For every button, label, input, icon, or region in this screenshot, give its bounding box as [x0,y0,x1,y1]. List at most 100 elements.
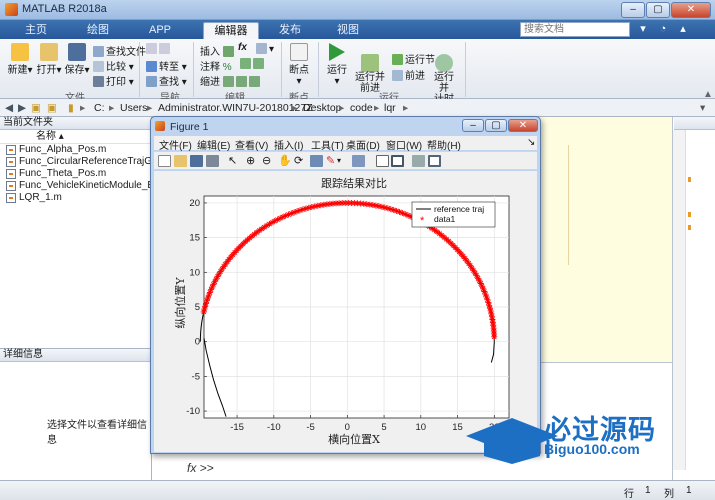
file-item[interactable]: Func_Alpha_Pos.m [0,144,151,156]
legend-icon[interactable] [391,155,404,167]
insert-button[interactable]: 插入 [200,43,236,58]
insert-more-icon[interactable]: ▾ [256,43,274,55]
figure-title: Figure 1 [170,121,209,133]
maximize-button[interactable]: ▢ [646,2,670,18]
filter-icon[interactable]: ▾ [636,22,650,36]
open-folder-icon [40,43,58,61]
chart-legend[interactable]: reference traj * data1 [411,201,496,228]
tab-plots[interactable]: 绘图 [76,22,120,39]
new-figure-icon[interactable] [158,155,171,167]
new-button[interactable]: 新建▾ [7,43,33,76]
comment-tools-icon[interactable] [240,58,266,70]
menu-edit[interactable]: 编辑(E) [197,137,230,152]
insert-function-button[interactable]: fx [238,42,247,53]
breadcrumb-drive[interactable]: C: [94,102,105,114]
menu-overflow-icon[interactable]: ↘ [527,137,535,148]
watermark-url: Biguo100.com [544,441,640,457]
figure-maximize-button[interactable]: ▢ [485,119,507,132]
run-and-advance-button[interactable]: 运行并 前进 [355,43,385,94]
address-dropdown-icon[interactable]: ▾ [700,102,705,114]
print-button[interactable]: 打印 ▾ [93,73,134,88]
indent-button[interactable]: 缩进 [200,73,262,88]
legend-data1-label: data1 [434,214,456,224]
run-time-icon [435,54,453,72]
col-value: 1 [686,485,692,496]
name-column-header[interactable]: 名称 ▴ [0,130,151,144]
command-prompt[interactable]: fx >> [187,461,214,475]
save-icon [68,43,86,61]
row-value: 1 [645,485,651,496]
link-plot-icon[interactable] [352,155,365,167]
menu-help[interactable]: 帮助(H) [427,137,461,152]
breakpoints-button[interactable]: 断点 ▾ [286,43,312,87]
menu-insert[interactable]: 插入(I) [274,137,303,152]
run-section-icon [392,54,403,65]
menu-window[interactable]: 窗口(W) [386,137,422,152]
file-item[interactable]: Func_VehicleKineticModule_Eu [0,180,160,192]
ribbon-collapse-icon[interactable]: ▴ [676,22,690,36]
file-item[interactable]: LQR_1.m [0,192,151,204]
find-button[interactable]: 查找 ▾ [146,73,187,88]
open-button[interactable]: 打开▾ [36,43,62,76]
workspace-tab[interactable] [703,119,713,159]
tab-publish[interactable]: 发布 [268,22,312,39]
figure-window[interactable]: Figure 1 – ▢ ✕ 文件(F) 编辑(E) 查看(V) 插入(I) 工… [150,116,541,454]
browse-folder-icon[interactable]: ▣ [47,102,57,114]
breadcrumb-code[interactable]: code [350,102,373,114]
colorbar-icon[interactable] [376,155,389,167]
goto-button[interactable]: 转至 ▾ [146,58,187,73]
current-folder-header: 当前文件夹 [0,117,151,130]
back-arrow-icon[interactable]: ◀ [5,102,13,114]
breadcrumb-desktop[interactable]: Desktop [303,102,342,114]
menu-view[interactable]: 查看(V) [235,137,268,152]
breadcrumb-lqr[interactable]: lqr [384,102,396,114]
breadcrumb-user[interactable]: Administrator.WIN7U-20180127Z [158,102,313,114]
figure-minimize-button[interactable]: – [462,119,484,132]
print-figure-icon[interactable] [206,155,219,167]
zoom-out-icon[interactable]: ⊖ [262,155,275,167]
search-documentation-input[interactable] [520,22,630,37]
pan-hand-icon[interactable]: ✋ [278,155,292,167]
forward-arrow-icon[interactable]: ▶ [18,102,26,114]
tab-view[interactable]: 视图 [326,22,370,39]
run-section-button[interactable]: 运行节 [392,51,435,66]
pointer-icon[interactable]: ↖ [228,155,241,167]
folder-icon: ▮ [68,102,74,114]
figure-close-button[interactable]: ✕ [508,119,538,132]
menu-file[interactable]: 文件(F) [159,137,192,152]
tab-home[interactable]: 主页 [14,22,58,39]
run-button[interactable]: 运行 ▾ [324,43,350,87]
warning-marker[interactable] [688,225,691,230]
menu-tools[interactable]: 工具(T) [311,137,344,152]
notification-icon[interactable]: ◔ [656,22,670,36]
comment-button[interactable]: 注释 % [200,58,232,73]
search-icon [146,76,157,87]
file-item[interactable]: Func_Theta_Pos.m [0,168,151,180]
warning-marker[interactable] [688,177,691,182]
show-plot-tools-icon[interactable] [428,155,441,167]
compare-button[interactable]: 比较 ▾ [93,58,134,73]
up-folder-icon[interactable]: ▣ [31,102,41,114]
rotate-3d-icon[interactable]: ⟳ [294,155,307,167]
breadcrumb-users[interactable]: Users [120,102,147,114]
warning-marker[interactable] [688,212,691,217]
figure-titlebar[interactable]: Figure 1 – ▢ ✕ [151,117,540,135]
zoom-in-icon[interactable]: ⊕ [246,155,259,167]
back-forward-buttons[interactable] [146,43,172,55]
open-file-icon[interactable] [174,155,187,167]
data-cursor-icon[interactable] [310,155,323,167]
close-button[interactable]: ✕ [671,2,711,18]
breakpoints-icon [290,43,308,61]
run-and-time-button[interactable]: 运行并 计时 [430,43,458,105]
brush-dropdown-icon[interactable]: ▾ [337,155,350,167]
advance-button[interactable]: 前进 [392,67,425,82]
save-button[interactable]: 保存▾ [64,43,90,76]
menu-desktop[interactable]: 桌面(D) [346,137,380,152]
hide-plot-tools-icon[interactable] [412,155,425,167]
save-figure-icon[interactable] [190,155,203,167]
tab-editor[interactable]: 编辑器 [203,22,259,39]
window-titlebar: MATLAB R2018a – ▢ ✕ [0,0,715,20]
file-item[interactable]: Func_CircularReferenceTrajGe [0,156,158,168]
tab-apps[interactable]: APP [138,22,182,39]
minimize-button[interactable]: – [621,2,645,18]
